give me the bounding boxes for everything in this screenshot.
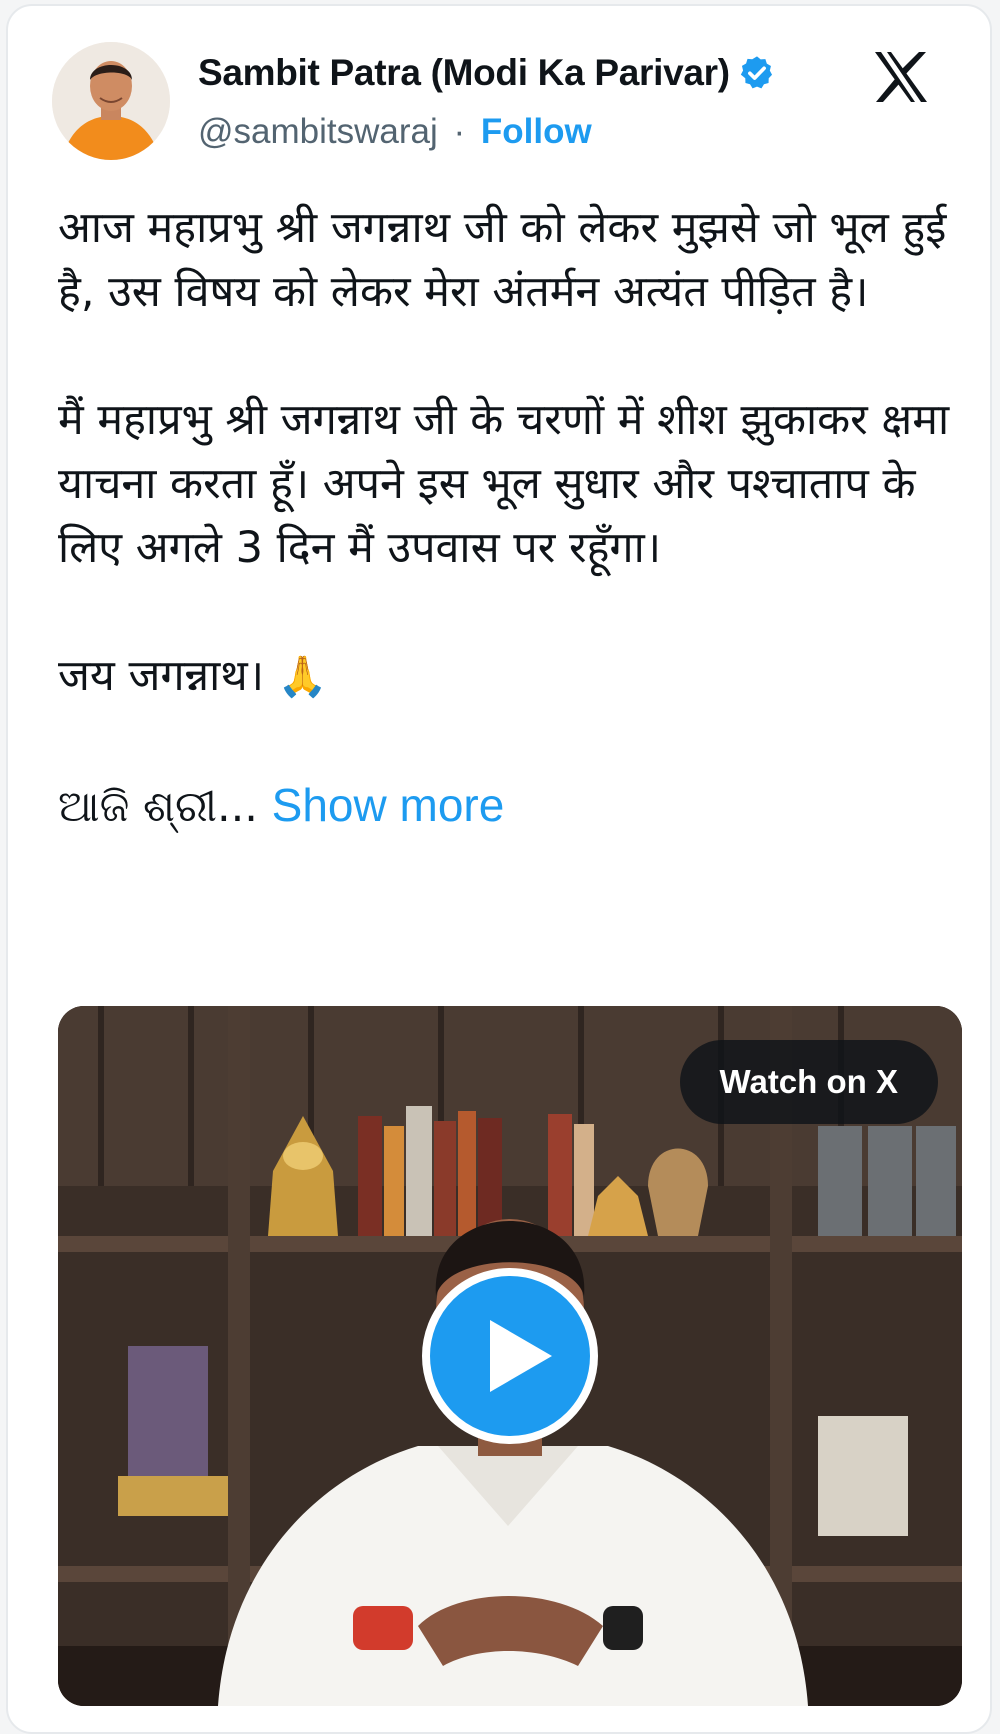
folded-hands-emoji: 🙏 bbox=[277, 654, 328, 700]
x-logo-icon[interactable] bbox=[872, 50, 930, 104]
tweet-paragraph-1: आज महाप्रभु श्री जगन्नाथ जी को लेकर मुझस… bbox=[58, 203, 947, 317]
tweet-paragraph-3: जय जगन्नाथ। 🙏 bbox=[58, 644, 958, 709]
play-icon[interactable] bbox=[422, 1268, 598, 1444]
author-name[interactable]: Sambit Patra (Modi Ka Parivar) bbox=[198, 52, 730, 94]
verified-badge-icon bbox=[738, 54, 776, 92]
tweet-card[interactable]: Sambit Patra (Modi Ka Parivar) @sambitsw… bbox=[6, 4, 992, 1734]
follow-button[interactable]: Follow bbox=[481, 112, 592, 151]
separator-dot: · bbox=[453, 112, 466, 151]
avatar-image bbox=[52, 42, 170, 160]
handle-row: @sambitswaraj · Follow bbox=[198, 112, 592, 152]
tweet-paragraph-2: मैं महाप्रभु श्री जगन्नाथ जी के चरणों मे… bbox=[58, 395, 950, 573]
watch-on-x-button[interactable]: Watch on X bbox=[679, 1040, 938, 1124]
truncated-odia-text: ଆଜି ଶ୍ରୀ... bbox=[58, 782, 258, 832]
tweet-text: आज महाप्रभु श्री जगन्नाथ जी को लेकर मुझस… bbox=[58, 196, 958, 839]
show-more-link[interactable]: Show more bbox=[272, 779, 505, 831]
avatar[interactable] bbox=[52, 42, 170, 160]
author-handle[interactable]: @sambitswaraj bbox=[198, 112, 438, 151]
tweet-paragraph-4: ଆଜି ଶ୍ରୀ... Show more bbox=[58, 773, 958, 839]
author-name-row: Sambit Patra (Modi Ka Parivar) bbox=[198, 52, 776, 94]
jay-jagannath-text: जय जगन्नाथ। bbox=[58, 651, 265, 701]
video-thumbnail[interactable]: Watch on X bbox=[58, 1006, 962, 1706]
